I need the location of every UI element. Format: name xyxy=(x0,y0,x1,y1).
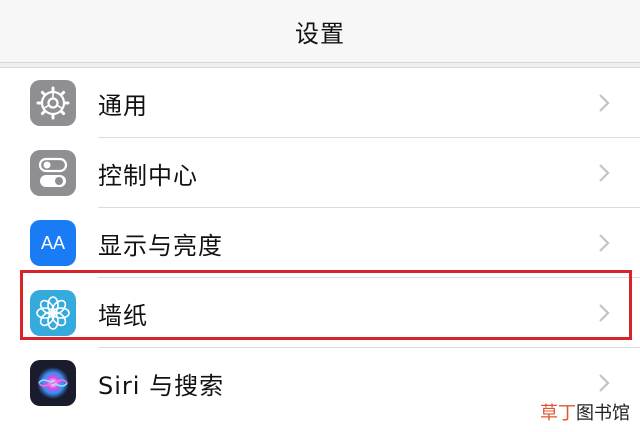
chevron-right-icon xyxy=(599,234,610,252)
settings-row-display-brightness[interactable]: AA 显示与亮度 xyxy=(0,208,640,278)
siri-icon xyxy=(30,360,76,406)
settings-row-label: 通用 xyxy=(98,91,148,120)
chevron-right-icon xyxy=(599,94,610,112)
settings-list: 通用 控制中心 AA 显示与亮度 墙纸 Siri 与搜索 xyxy=(0,67,640,432)
highlight-box xyxy=(20,270,632,340)
toggle-icon xyxy=(30,150,76,196)
watermark: 草丁图书馆 xyxy=(538,399,632,425)
settings-row-control-center[interactable]: 控制中心 xyxy=(0,138,640,208)
settings-row-label: 显示与亮度 xyxy=(98,231,223,260)
settings-row-label: 控制中心 xyxy=(98,161,198,190)
navigation-bar: 设置 xyxy=(0,0,640,63)
gear-icon xyxy=(30,80,76,126)
chevron-right-icon xyxy=(599,374,610,392)
watermark-rest: 图书馆 xyxy=(576,403,630,424)
settings-row-general[interactable]: 通用 xyxy=(0,68,640,138)
text-size-icon: AA xyxy=(30,220,76,266)
watermark-accent: 草丁 xyxy=(540,403,576,424)
chevron-right-icon xyxy=(599,164,610,182)
page-title: 设置 xyxy=(295,19,345,48)
settings-row-label: Siri 与搜索 xyxy=(98,371,225,400)
text-size-icon-glyph: AA xyxy=(40,232,65,253)
